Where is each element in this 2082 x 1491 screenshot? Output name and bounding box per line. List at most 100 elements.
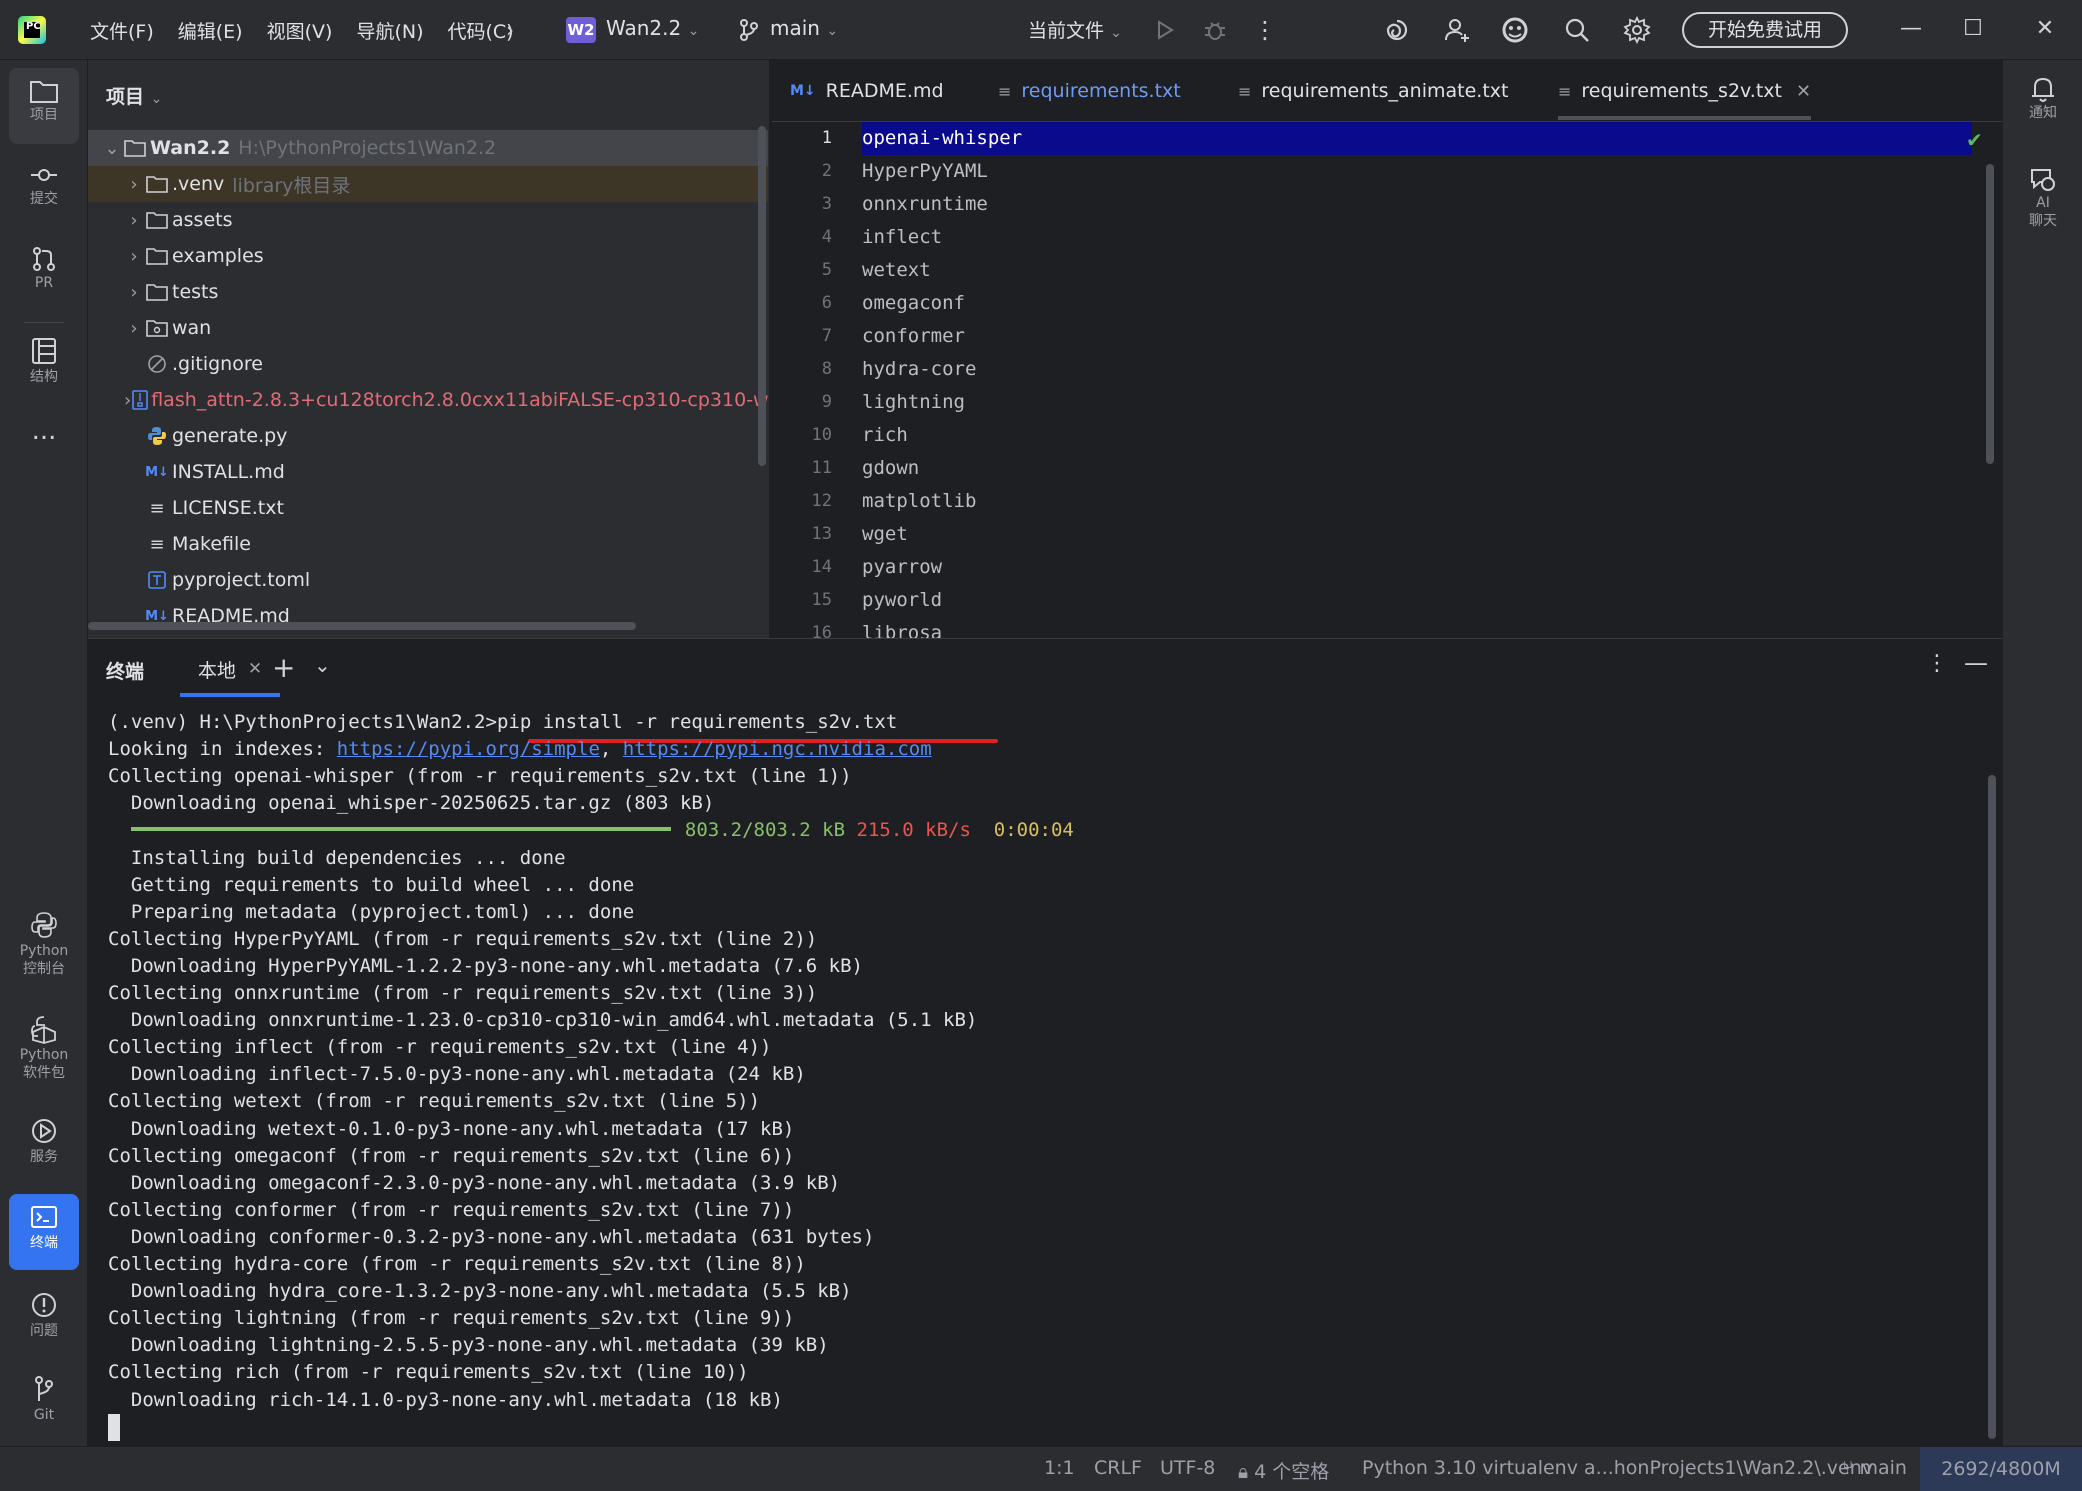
toml-file-icon bbox=[144, 569, 170, 591]
menu-file[interactable]: 文件(F) bbox=[78, 17, 166, 44]
tree-item-label: flash_attn-2.8.3+cu128torch2.8.0cxx11abi… bbox=[151, 389, 770, 411]
search-icon[interactable] bbox=[1562, 15, 1592, 45]
menu-view[interactable]: 视图(V) bbox=[255, 17, 345, 44]
tab-requirements[interactable]: ≡ requirements.txt bbox=[998, 60, 1181, 122]
line-number: 4 bbox=[821, 227, 832, 247]
python-packages-tool-button[interactable]: Python 软件包 bbox=[9, 1004, 79, 1100]
vertical-scrollbar[interactable] bbox=[758, 126, 766, 466]
code-area[interactable]: openai-whisper HyperPyYAML onnxruntime infl… bbox=[862, 122, 2002, 638]
more-vertical-icon[interactable]: ⋮ bbox=[1250, 15, 1280, 45]
ai-assistant-icon[interactable] bbox=[1382, 15, 1412, 45]
python-interpreter[interactable]: Python 3.10 virtualenv a...honProjects1\… bbox=[1362, 1457, 1873, 1479]
terminal-scrollbar[interactable] bbox=[1988, 775, 1996, 1439]
tree-item[interactable]: ≡ LICENSE.txt bbox=[88, 490, 768, 526]
menu-edit[interactable]: 编辑(E) bbox=[166, 17, 255, 44]
project-badge[interactable]: W2 bbox=[566, 17, 596, 43]
project-tool-button[interactable]: 项目 bbox=[9, 68, 79, 144]
chevron-right-icon[interactable]: › bbox=[124, 174, 144, 195]
run-config-selector[interactable]: 当前文件 ⌄ bbox=[1028, 16, 1122, 43]
memory-indicator[interactable]: 2692/4800M bbox=[1920, 1447, 2082, 1491]
left-strip-label: Python 控制台 bbox=[19, 943, 69, 977]
debug-icon[interactable] bbox=[1200, 15, 1230, 45]
more-tools-button[interactable]: ... bbox=[9, 418, 79, 462]
add-user-icon[interactable] bbox=[1442, 15, 1472, 45]
indent-setting[interactable]: 🔒︎ 4 个空格 bbox=[1238, 1457, 1329, 1484]
tab-requirements-animate[interactable]: ≡ requirements_animate.txt bbox=[1238, 60, 1508, 122]
left-strip-label: 服务 bbox=[30, 1149, 58, 1165]
project-selector[interactable]: Wan2.2 ⌄ bbox=[606, 16, 699, 40]
close-window-icon[interactable]: ✕ bbox=[2030, 14, 2060, 44]
code-line: pyworld bbox=[862, 589, 943, 611]
git-branch-status[interactable]: ⑂ main bbox=[1842, 1457, 1907, 1479]
chevron-right-icon[interactable]: › bbox=[124, 210, 144, 231]
tree-item[interactable]: › tests bbox=[88, 274, 768, 310]
tree-item[interactable]: generate.py bbox=[88, 418, 768, 454]
terminal-output-line: Collecting lightning (from -r requiremen… bbox=[108, 1307, 795, 1329]
index-link-pypi[interactable]: https://pypi.org/simple bbox=[337, 738, 600, 760]
chevron-right-icon[interactable]: › bbox=[506, 18, 514, 42]
start-free-trial-button[interactable]: 开始免费试用 bbox=[1682, 12, 1848, 48]
tree-item[interactable]: ≡ Makefile bbox=[88, 526, 768, 562]
chevron-down-icon[interactable]: ⌄ bbox=[102, 138, 122, 159]
index-link-ngc[interactable]: https://pypi.ngc.nvidia.com bbox=[623, 738, 932, 760]
terminal-output[interactable]: (.venv) H:\PythonProjects1\Wan2.2>pip in… bbox=[108, 709, 1968, 1441]
project-panel: 项目 ⌄ ⌄ Wan2.2 H:\PythonProjects1\Wan2.2 … bbox=[88, 60, 770, 638]
branch-selector[interactable]: main ⌄ bbox=[770, 16, 838, 40]
services-tool-button[interactable]: 服务 bbox=[9, 1106, 79, 1182]
minimize-window-icon[interactable]: — bbox=[1896, 14, 1926, 44]
menu-navigate[interactable]: 导航(N) bbox=[344, 17, 435, 44]
tree-item[interactable]: › wan bbox=[88, 310, 768, 346]
tab-readme[interactable]: M↓ README.md bbox=[790, 60, 944, 122]
code-with-me-icon[interactable] bbox=[1500, 15, 1530, 45]
line-separator[interactable]: CRLF bbox=[1094, 1457, 1142, 1479]
settings-gear-icon[interactable] bbox=[1622, 15, 1652, 45]
git-tool-button[interactable]: Git bbox=[9, 1364, 79, 1440]
tree-item[interactable]: › .venv library根目录 bbox=[88, 166, 768, 202]
maximize-window-icon[interactable]: ☐ bbox=[1958, 14, 1988, 44]
left-strip-label: PR bbox=[34, 275, 54, 291]
tree-root[interactable]: ⌄ Wan2.2 H:\PythonProjects1\Wan2.2 bbox=[88, 130, 768, 166]
tree-item[interactable]: .gitignore bbox=[88, 346, 768, 382]
tree-item[interactable]: › assets bbox=[88, 202, 768, 238]
editor-scrollbar[interactable] bbox=[1986, 164, 1994, 464]
tree-item[interactable]: M↓ INSTALL.md bbox=[88, 454, 768, 490]
python-console-tool-button[interactable]: Python 控制台 bbox=[9, 900, 79, 996]
git-icon bbox=[35, 1376, 53, 1401]
chevron-right-icon[interactable]: › bbox=[124, 282, 144, 303]
code-line: inflect bbox=[862, 226, 943, 248]
project-panel-header[interactable]: 项目 ⌄ bbox=[106, 82, 162, 109]
file-encoding[interactable]: UTF-8 bbox=[1160, 1457, 1215, 1479]
ai-chat-tool-button[interactable]: AI 聊天 bbox=[2009, 164, 2077, 264]
problems-tool-button[interactable]: 问题 bbox=[9, 1280, 79, 1356]
more-vertical-icon[interactable]: ⋮ bbox=[1926, 651, 1948, 676]
horizontal-scrollbar[interactable] bbox=[88, 622, 636, 630]
close-tab-icon[interactable]: ✕ bbox=[248, 659, 262, 679]
notifications-tool-button[interactable]: 通知 bbox=[2009, 74, 2077, 154]
commit-tool-button[interactable]: 提交 bbox=[9, 152, 79, 224]
chevron-down-icon[interactable]: ⌄ bbox=[314, 653, 331, 677]
caret-position[interactable]: 1:1 bbox=[1044, 1457, 1075, 1479]
tab-requirements-s2v[interactable]: ≡ requirements_s2v.txt ✕ bbox=[1558, 60, 1812, 122]
chevron-right-icon[interactable]: › bbox=[124, 246, 144, 267]
minimize-panel-icon[interactable]: — bbox=[1964, 649, 1988, 677]
left-strip-label: 问题 bbox=[30, 1323, 58, 1339]
tree-item[interactable]: › examples bbox=[88, 238, 768, 274]
left-strip-label: 终端 bbox=[30, 1235, 58, 1251]
terminal-tab-local[interactable]: 本地 ✕ bbox=[180, 639, 280, 699]
pycharm-logo-icon[interactable]: PC bbox=[18, 16, 46, 44]
new-terminal-plus-icon[interactable]: + bbox=[272, 651, 295, 684]
chevron-right-icon[interactable]: › bbox=[124, 390, 131, 411]
line-number: 2 bbox=[821, 161, 832, 181]
chevron-right-icon[interactable]: › bbox=[124, 318, 144, 339]
python-packages-icon bbox=[31, 1016, 56, 1044]
tree-item[interactable]: › flash_attn-2.8.3+cu128torch2.8.0cxx11a… bbox=[88, 382, 770, 418]
structure-tool-button[interactable]: 结构 bbox=[9, 326, 79, 398]
terminal-tool-button[interactable]: 终端 bbox=[9, 1194, 79, 1270]
pull-requests-tool-button[interactable]: PR bbox=[9, 236, 79, 308]
progress-eta: 0:00:04 bbox=[993, 819, 1074, 841]
line-number: 14 bbox=[811, 557, 832, 577]
no-problems-check-icon[interactable]: ✔ bbox=[1966, 128, 1983, 152]
run-icon[interactable] bbox=[1150, 15, 1180, 45]
close-tab-icon[interactable]: ✕ bbox=[1796, 81, 1811, 102]
tree-item[interactable]: pyproject.toml bbox=[88, 562, 768, 598]
